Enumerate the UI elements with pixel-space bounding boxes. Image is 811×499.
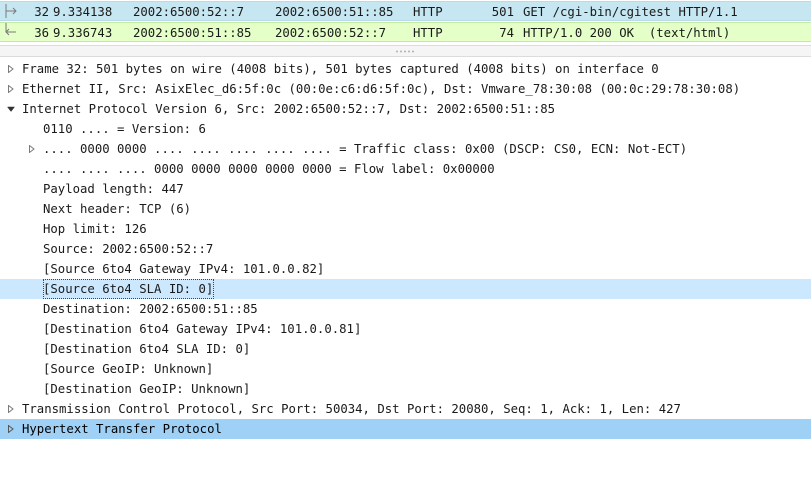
packet-row-32[interactable]: 32 9.334138 2002:6500:52::7 2002:6500:51… xyxy=(0,1,811,21)
packet-info: GET /cgi-bin/cgitest HTTP/1.1 xyxy=(523,5,738,19)
ipv6-field-hop-limit[interactable]: Hop limit: 126 xyxy=(0,219,811,239)
field-label: [Source 6to4 Gateway IPv4: 101.0.0.82] xyxy=(43,262,325,276)
ipv6-field-version[interactable]: 0110 .... = Version: 6 xyxy=(0,119,811,139)
ipv6-field-source[interactable]: Source: 2002:6500:52::7 xyxy=(0,239,811,259)
ipv6-field-source-6to4-gateway[interactable]: [Source 6to4 Gateway IPv4: 101.0.0.82] xyxy=(0,259,811,279)
packet-row-36[interactable]: 36 9.336743 2002:6500:51::85 2002:6500:5… xyxy=(0,22,811,42)
expand-arrow-icon[interactable] xyxy=(28,145,36,153)
expand-arrow-icon[interactable] xyxy=(7,65,15,73)
packet-protocol: HTTP xyxy=(413,5,443,19)
field-label: Hop limit: 126 xyxy=(43,222,147,236)
request-arrow-icon xyxy=(5,4,17,18)
tree-node-label: Hypertext Transfer Protocol xyxy=(22,422,222,436)
packet-destination: 2002:6500:51::85 xyxy=(275,5,394,19)
field-label: Source: 2002:6500:52::7 xyxy=(43,242,214,256)
ipv6-field-destination-6to4-gateway[interactable]: [Destination 6to4 Gateway IPv4: 101.0.0.… xyxy=(0,319,811,339)
tree-node-tcp[interactable]: Transmission Control Protocol, Src Port:… xyxy=(0,399,811,419)
field-label: Next header: TCP (6) xyxy=(43,202,192,216)
tree-node-ipv6[interactable]: Internet Protocol Version 6, Src: 2002:6… xyxy=(0,99,811,119)
field-label: [Source GeoIP: Unknown] xyxy=(43,362,214,376)
response-arrow-icon xyxy=(5,23,16,36)
packet-time: 9.336743 xyxy=(53,26,113,40)
packet-number: 36 xyxy=(34,26,49,40)
ipv6-field-destination-6to4-sla-id[interactable]: [Destination 6to4 SLA ID: 0] xyxy=(0,339,811,359)
expand-arrow-icon[interactable] xyxy=(7,425,15,433)
ipv6-field-next-header[interactable]: Next header: TCP (6) xyxy=(0,199,811,219)
ipv6-field-source-geoip[interactable]: [Source GeoIP: Unknown] xyxy=(0,359,811,379)
ipv6-field-traffic-class[interactable]: .... 0000 0000 .... .... .... .... .... … xyxy=(0,139,811,159)
packet-length: 501 xyxy=(491,5,514,19)
packet-destination: 2002:6500:52::7 xyxy=(275,26,387,40)
packet-list: 32 9.334138 2002:6500:52::7 2002:6500:51… xyxy=(0,0,811,44)
packet-info: HTTP/1.0 200 OK (text/html) xyxy=(523,26,731,40)
packet-source: 2002:6500:52::7 xyxy=(133,5,245,19)
packet-details-tree: Frame 32: 501 bytes on wire (4008 bits),… xyxy=(0,59,811,439)
tree-node-frame[interactable]: Frame 32: 501 bytes on wire (4008 bits),… xyxy=(0,59,811,79)
tree-node-label: Transmission Control Protocol, Src Port:… xyxy=(22,402,681,416)
packet-protocol: HTTP xyxy=(413,26,443,40)
expand-arrow-icon[interactable] xyxy=(7,85,15,93)
field-label: [Destination 6to4 Gateway IPv4: 101.0.0.… xyxy=(43,322,362,336)
tree-node-label: Frame 32: 501 bytes on wire (4008 bits),… xyxy=(22,62,659,76)
field-label: [Destination GeoIP: Unknown] xyxy=(43,382,251,396)
packet-time: 9.334138 xyxy=(53,5,113,19)
field-label: .... 0000 0000 .... .... .... .... .... … xyxy=(43,142,688,156)
ipv6-field-payload-length[interactable]: Payload length: 447 xyxy=(0,179,811,199)
expand-arrow-icon[interactable] xyxy=(7,405,15,413)
field-label: .... .... .... 0000 0000 0000 0000 0000 … xyxy=(43,162,495,176)
field-label: [Source 6to4 SLA ID: 0] xyxy=(43,279,215,299)
pane-splitter[interactable] xyxy=(0,45,811,57)
packet-source: 2002:6500:51::85 xyxy=(133,26,252,40)
ipv6-field-destination-geoip[interactable]: [Destination GeoIP: Unknown] xyxy=(0,379,811,399)
splitter-grip-icon xyxy=(395,50,415,53)
packet-length: 74 xyxy=(499,26,514,40)
collapse-arrow-icon[interactable] xyxy=(7,105,15,113)
ipv6-field-flow-label[interactable]: .... .... .... 0000 0000 0000 0000 0000 … xyxy=(0,159,811,179)
ipv6-field-source-6to4-sla-id[interactable]: [Source 6to4 SLA ID: 0] xyxy=(0,279,811,299)
field-label: Payload length: 447 xyxy=(43,182,184,196)
tree-node-http[interactable]: Hypertext Transfer Protocol xyxy=(0,419,811,439)
field-label: Destination: 2002:6500:51::85 xyxy=(43,302,258,316)
tree-node-ethernet[interactable]: Ethernet II, Src: AsixElec_d6:5f:0c (00:… xyxy=(0,79,811,99)
tree-node-label: Ethernet II, Src: AsixElec_d6:5f:0c (00:… xyxy=(22,82,741,96)
field-label: 0110 .... = Version: 6 xyxy=(43,122,206,136)
tree-node-label: Internet Protocol Version 6, Src: 2002:6… xyxy=(22,102,556,116)
ipv6-field-destination[interactable]: Destination: 2002:6500:51::85 xyxy=(0,299,811,319)
packet-number: 32 xyxy=(34,5,49,19)
field-label: [Destination 6to4 SLA ID: 0] xyxy=(43,342,251,356)
